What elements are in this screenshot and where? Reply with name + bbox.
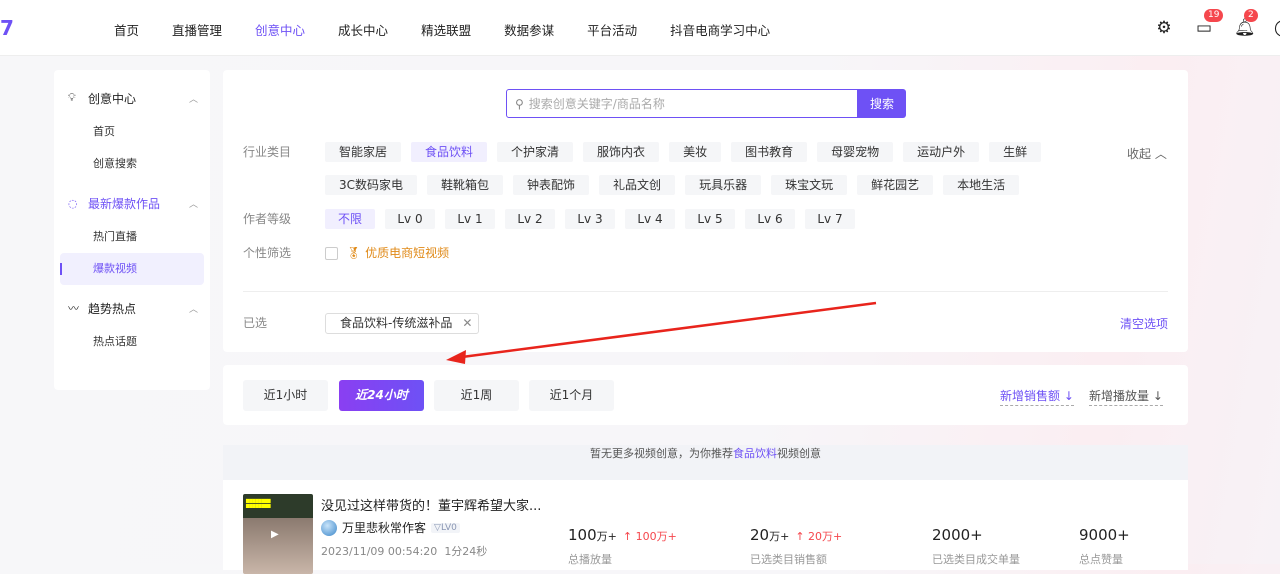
annotation-arrow (446, 301, 877, 364)
